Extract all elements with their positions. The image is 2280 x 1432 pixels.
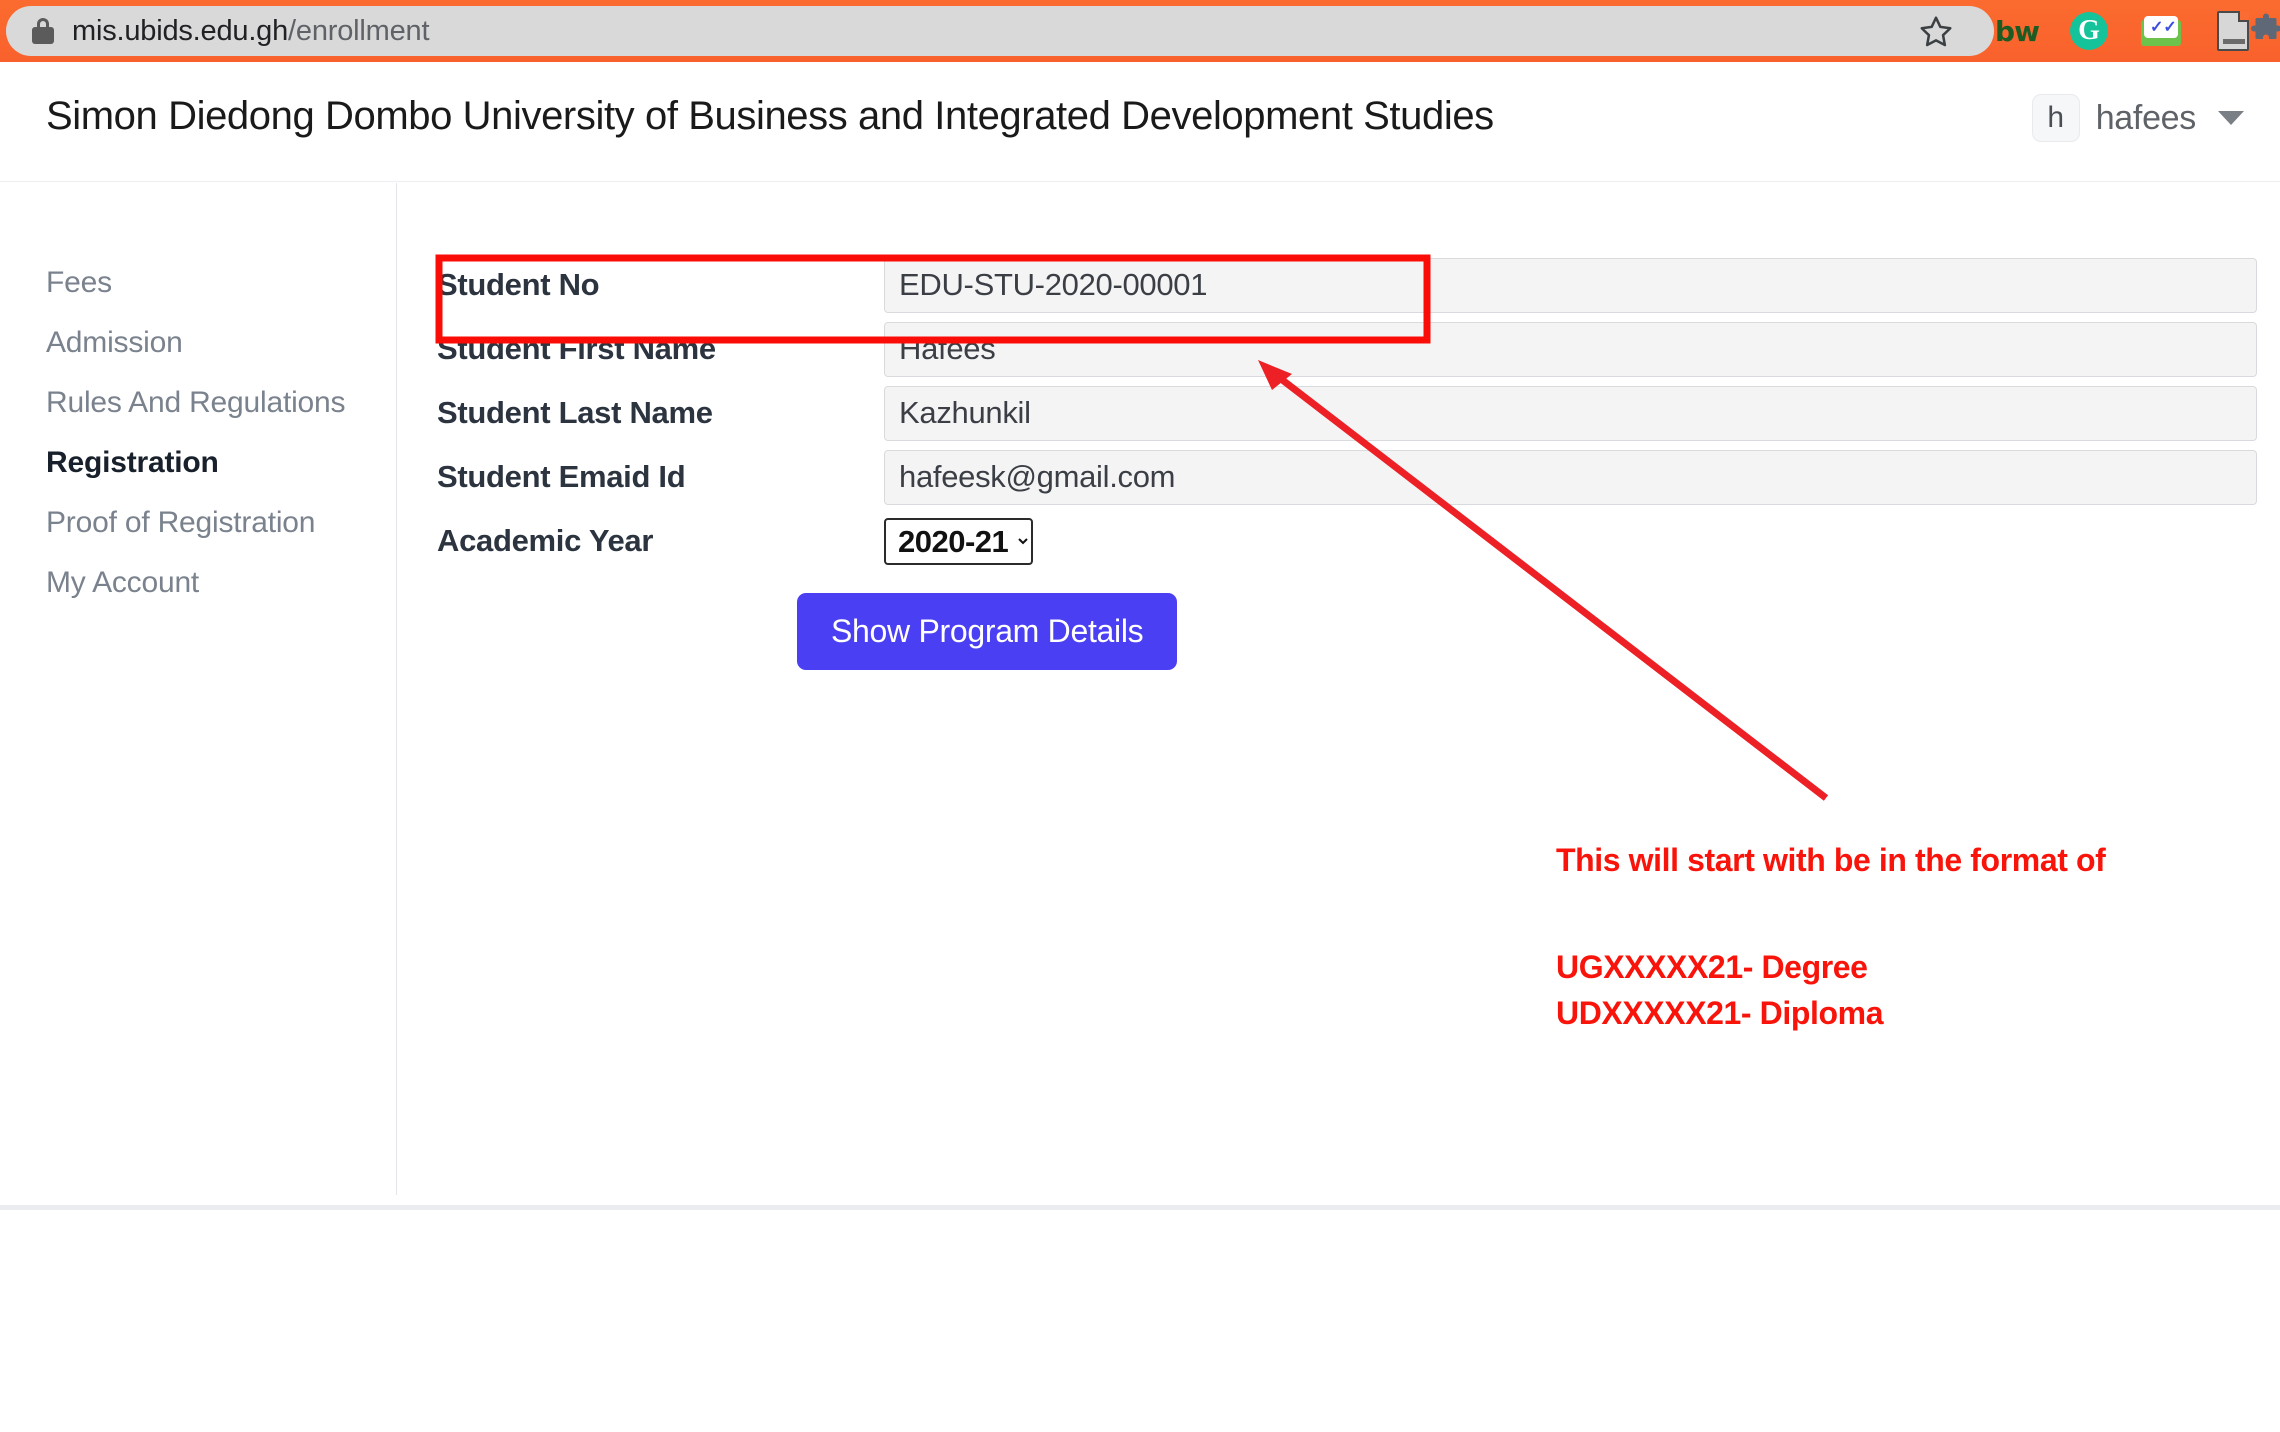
show-program-details-button[interactable]: Show Program Details (797, 593, 1178, 670)
mail-check-glyph: ✓✓ (2150, 19, 2177, 36)
grammarly-label: G (2070, 12, 2108, 50)
sidebar-nav: Fees Admission Rules And Regulations Reg… (46, 253, 376, 613)
form-row-email: Student Emaid Id (418, 445, 2257, 509)
browser-chrome: mis.ubids.edu.gh/enrollment bw G ✓✓ (0, 0, 2280, 62)
username-label: hafees (2095, 98, 2197, 137)
address-bar[interactable]: mis.ubids.edu.gh/enrollment (6, 6, 1994, 56)
label-academic-year: Academic Year (437, 523, 654, 558)
bitwarden-icon[interactable]: bw (1995, 10, 2040, 52)
form-row-student-no: Student No (418, 253, 2257, 317)
sidebar-item-rules-and-regulations[interactable]: Rules And Regulations (46, 373, 376, 433)
sidebar-item-proof-of-registration[interactable]: Proof of Registration (46, 493, 376, 553)
submit-area: Show Program Details (797, 593, 1178, 670)
app-header: Simon Diedong Dombo University of Busine… (0, 62, 2280, 182)
chevron-down-icon[interactable] (2218, 111, 2244, 125)
label-student-first-name: Student First Name (437, 331, 716, 366)
sidebar: Fees Admission Rules And Regulations Reg… (0, 183, 397, 1195)
academic-year-select[interactable]: 2020-21 (884, 517, 1033, 565)
student-first-name-input[interactable] (884, 321, 2257, 377)
label-student-last-name: Student Last Name (437, 395, 713, 430)
bitwarden-label: bw (1995, 14, 2040, 48)
form-row-academic-year: Academic Year 2020-21 (418, 509, 2257, 573)
label-student-email-id: Student Emaid Id (437, 459, 686, 494)
sidebar-item-fees[interactable]: Fees (46, 253, 376, 313)
main-content: Student No Student First Name Student La… (397, 183, 2280, 1432)
annotation-note: This will start with be in the format of… (1556, 838, 2276, 1036)
student-no-input[interactable] (884, 257, 2257, 313)
form-row-first-name: Student First Name (418, 317, 2257, 381)
student-email-input[interactable] (884, 449, 2257, 505)
lock-icon (32, 18, 54, 44)
bookmark-star-icon[interactable] (1918, 14, 1954, 50)
annotation-line-2: UGXXXXX21- Degree (1556, 949, 1868, 986)
user-menu[interactable]: h hafees (2031, 94, 2244, 142)
enrollment-form: Student No Student First Name Student La… (418, 253, 2257, 573)
sidebar-item-registration[interactable]: Registration (46, 433, 376, 493)
form-row-last-name: Student Last Name (418, 381, 2257, 445)
url-domain: mis.ubids.edu.gh (72, 14, 289, 47)
address-bar-url: mis.ubids.edu.gh/enrollment (72, 14, 430, 48)
sidebar-item-my-account[interactable]: My Account (46, 553, 376, 613)
avatar: h (2031, 94, 2080, 142)
grammarly-icon[interactable]: G (2068, 10, 2110, 52)
label-student-no: Student No (437, 267, 600, 302)
student-last-name-input[interactable] (884, 385, 2257, 441)
page-title: Simon Diedong Dombo University of Busine… (46, 94, 1494, 138)
extension-toolbar: bw G ✓✓ (1995, 8, 2254, 54)
mail-icon[interactable]: ✓✓ (2140, 10, 2182, 52)
footer-divider (0, 1205, 2280, 1210)
annotation-line-1: This will start with be in the format of (1556, 842, 2106, 878)
annotation-line-3: UDXXXXX21- Diploma (1556, 994, 1884, 1031)
sidebar-item-admission[interactable]: Admission (46, 313, 376, 373)
puzzle-extensions-icon[interactable] (2248, 12, 2280, 48)
screenshot-root: mis.ubids.edu.gh/enrollment bw G ✓✓ Simo… (0, 0, 2280, 1432)
url-path: /enrollment (288, 14, 430, 47)
